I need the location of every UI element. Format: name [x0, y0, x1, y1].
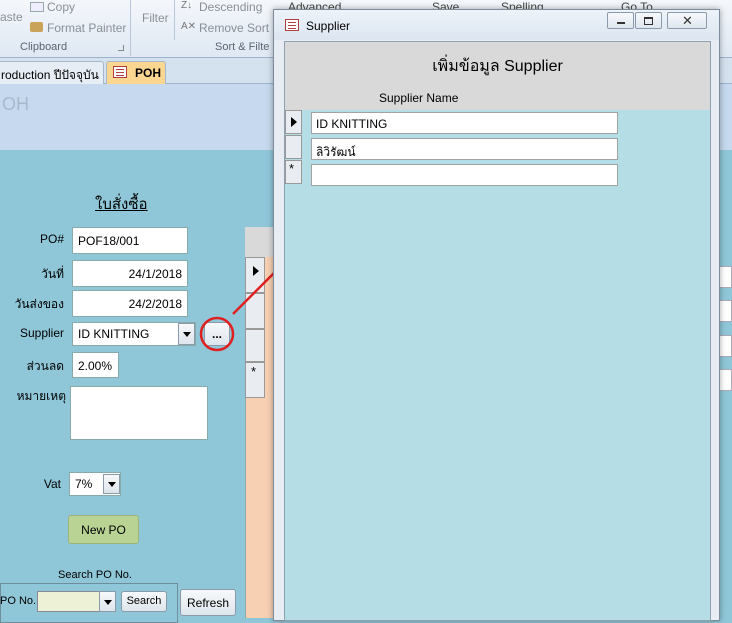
record-selector-current[interactable] [285, 110, 302, 134]
record-selector[interactable] [285, 135, 302, 159]
highlight-circle [199, 316, 235, 352]
close-button[interactable]: ✕ [667, 12, 707, 29]
supplier-name-field[interactable]: ลิวิรัฒน์ [311, 138, 618, 160]
popup-heading: เพิ่มข้อมูล Supplier [432, 58, 563, 75]
popup-titlebar[interactable]: Supplier ✕ [274, 10, 719, 40]
new-record-icon: * [289, 161, 295, 176]
popup-client-area: เพิ่มข้อมูล Supplier Supplier Name * ID … [284, 41, 711, 621]
popup-title: Supplier [306, 19, 351, 33]
minimize-icon [617, 22, 625, 24]
restore-icon [644, 17, 653, 25]
restore-button[interactable] [635, 12, 662, 29]
minimize-button[interactable] [607, 12, 634, 29]
supplier-name-column-header: Supplier Name [379, 91, 459, 105]
supplier-name-field-new[interactable] [311, 164, 618, 186]
supplier-name-field[interactable]: ID KNITTING [311, 112, 618, 134]
popup-header: เพิ่มข้อมูล Supplier Supplier Name [285, 42, 710, 110]
supplier-popup-window: Supplier ✕ เพิ่มข้อมูล Supplier Supplier… [273, 9, 720, 621]
form-icon [285, 19, 299, 31]
close-icon: ✕ [682, 13, 693, 28]
current-record-icon [291, 117, 297, 127]
record-selector-new[interactable]: * [285, 160, 302, 184]
